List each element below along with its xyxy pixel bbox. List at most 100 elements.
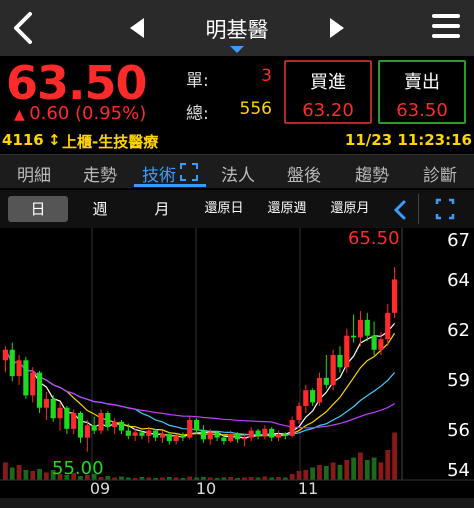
x-tick-label: 09	[90, 479, 110, 498]
chevron-down-icon[interactable]	[230, 46, 244, 53]
candle-body	[71, 412, 77, 429]
period-day[interactable]: 日	[8, 196, 68, 222]
candle-body	[132, 432, 138, 436]
volume-bar	[289, 474, 295, 480]
stock-code: 4116	[2, 131, 44, 149]
total-volume-label: 總:	[186, 104, 209, 124]
candle-body	[64, 407, 70, 429]
candle-body	[262, 428, 268, 436]
candle-body	[166, 434, 172, 442]
up-arrow-icon: ▲	[14, 107, 30, 123]
candle-body	[221, 437, 227, 442]
y-tick-label: 56	[447, 420, 470, 441]
candle-body	[241, 437, 247, 440]
candle-body	[248, 430, 254, 438]
expand-icon[interactable]	[180, 163, 198, 181]
y-tick-label: 67	[447, 230, 470, 251]
candle-body	[2, 349, 9, 361]
candle-body	[275, 434, 282, 438]
candle-body	[193, 420, 200, 431]
high-price-label: 65.50	[348, 228, 400, 249]
candlestick-chart[interactable]: 65.50 55.00 67 64 62 59 56 54 09 10 11	[0, 228, 474, 508]
volume-bar	[3, 462, 8, 480]
low-price-label: 55.00	[52, 458, 104, 479]
volume-bar	[9, 467, 15, 480]
tab-details[interactable]: 明細	[8, 161, 60, 186]
volume-bar	[119, 476, 124, 480]
y-tick-label: 59	[447, 370, 470, 391]
candle-body	[228, 434, 234, 442]
period-restore-day[interactable]: 還原日	[196, 196, 252, 222]
candle-body	[323, 377, 329, 385]
candle-body	[234, 434, 241, 440]
tab-trends[interactable]: 趨勢	[346, 161, 398, 186]
menu-icon[interactable]	[432, 14, 460, 42]
volume-bar	[358, 452, 363, 480]
tab-institutional[interactable]: 法人	[212, 161, 264, 186]
tab-trend[interactable]: 走勢	[74, 161, 126, 186]
candle-body	[91, 425, 97, 431]
volume-bar	[337, 465, 343, 480]
volume-bar	[16, 465, 22, 480]
total-volume-value: 556	[239, 99, 272, 119]
period-month[interactable]: 月	[134, 196, 190, 222]
chevron-left-icon[interactable]	[390, 198, 410, 222]
bid-label: 買進	[310, 72, 346, 93]
candle-body	[351, 335, 357, 338]
candle-body	[153, 430, 159, 438]
bid-price: 63.20	[302, 100, 354, 121]
market-sector: 上櫃-生技醫療	[62, 133, 159, 151]
volume-bar	[317, 465, 322, 480]
bid-button[interactable]: 買進 63.20	[284, 60, 372, 124]
quote-datetime: 11/23 11:23:16	[344, 131, 472, 149]
tab-after-hours[interactable]: 盤後	[278, 161, 330, 186]
tab-technical[interactable]: 技術	[136, 161, 182, 186]
candle-body	[77, 412, 84, 438]
y-tick-label: 62	[447, 320, 470, 341]
ma40-line	[4, 349, 395, 429]
period-restore-month[interactable]: 還原月	[322, 196, 378, 222]
ask-label: 賣出	[404, 72, 440, 93]
candle-body	[125, 430, 131, 436]
period-week[interactable]: 週	[72, 196, 128, 222]
volume-bar	[385, 450, 391, 480]
candle-body	[200, 430, 207, 440]
ma20-line	[4, 349, 396, 436]
candle-body	[105, 412, 111, 428]
candle-body	[173, 435, 179, 442]
period-bar: 日 週 月 還原日 還原週 還原月	[0, 190, 474, 228]
candle-body	[357, 319, 364, 338]
ask-button[interactable]: 賣出 63.50	[378, 60, 466, 124]
ma5-line	[4, 323, 396, 439]
volume-bar	[37, 469, 42, 480]
volume-bar	[262, 476, 268, 480]
candle-body	[385, 312, 391, 340]
candle-body	[378, 339, 384, 350]
stock-title[interactable]: 明基醫	[170, 14, 304, 44]
candle-body	[36, 372, 43, 408]
fullscreen-icon[interactable]	[418, 194, 470, 224]
candle-body	[9, 349, 15, 377]
candle-body	[23, 360, 29, 396]
app-header: 明基醫	[0, 0, 474, 56]
candle-body	[344, 335, 350, 368]
back-icon[interactable]	[8, 10, 38, 46]
unit-volume-value: 3	[261, 66, 272, 86]
y-tick-label: 64	[447, 270, 470, 291]
volume-bar	[371, 457, 377, 480]
volume-bar	[344, 460, 350, 480]
ask-price: 63.50	[396, 100, 448, 121]
next-stock-icon[interactable]	[326, 16, 346, 40]
candle-body	[337, 355, 343, 368]
volume-bar	[23, 470, 29, 480]
prev-stock-icon[interactable]	[128, 16, 148, 40]
candle-body	[255, 430, 261, 436]
candle-body	[391, 279, 398, 313]
tab-diagnosis[interactable]: 診斷	[414, 161, 466, 186]
volume-bar	[323, 466, 329, 480]
volume-bar	[330, 462, 336, 480]
period-restore-week[interactable]: 還原週	[258, 196, 316, 222]
volume-bar	[30, 471, 36, 480]
candle-body	[364, 319, 370, 336]
volume-bar	[187, 476, 193, 480]
